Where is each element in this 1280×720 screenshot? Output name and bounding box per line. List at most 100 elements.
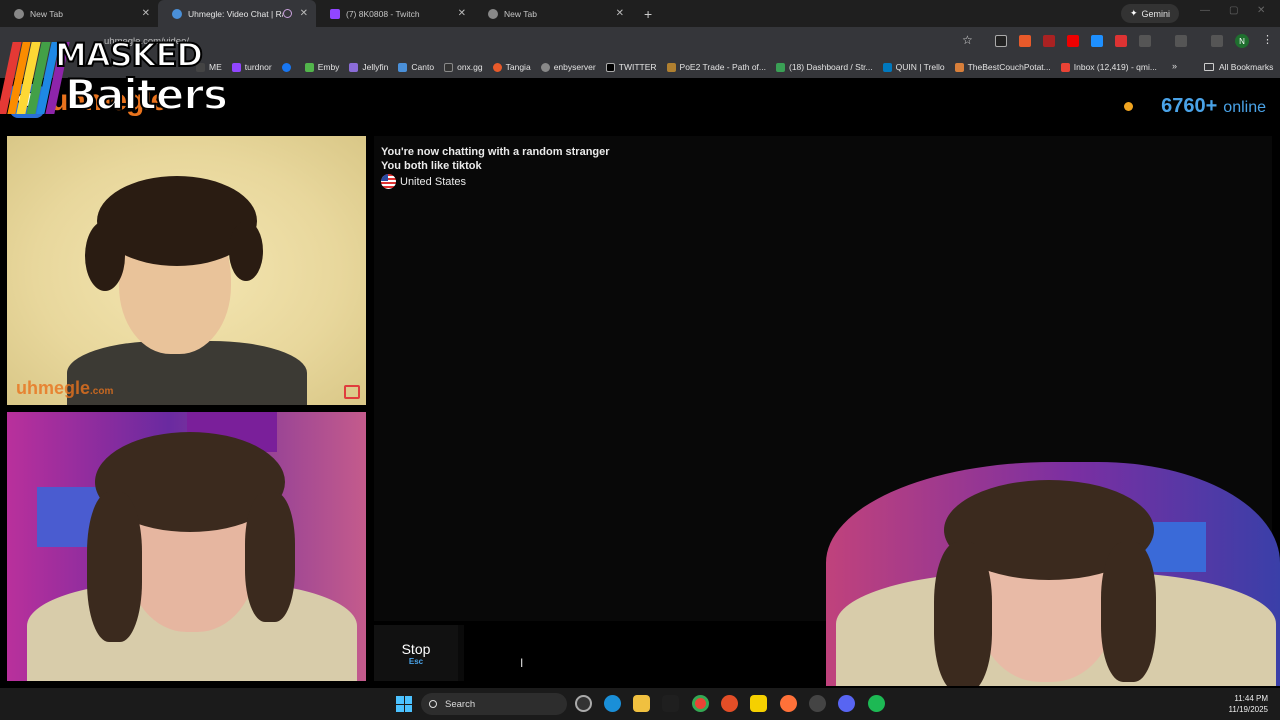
bookmark-item[interactable] bbox=[281, 62, 295, 72]
bookmark-item[interactable]: QUIN | Trello bbox=[882, 62, 945, 72]
streamer-webcam-overlay bbox=[826, 462, 1280, 686]
online-count: 6760+ bbox=[1161, 95, 1218, 117]
dashboard-icon bbox=[776, 62, 785, 72]
system-message-connected: You're now chatting with a random strang… bbox=[381, 146, 610, 158]
chrome-taskbar-icon[interactable] bbox=[692, 695, 709, 712]
tab-label: Uhmegle: Video Chat | Ran bbox=[188, 8, 283, 19]
us-flag-icon bbox=[381, 174, 396, 189]
close-icon[interactable]: ✕ bbox=[300, 8, 308, 19]
status-dot-icon bbox=[1124, 102, 1134, 111]
bookmark-item[interactable]: Emby bbox=[304, 62, 340, 72]
gemini-label: Gemini bbox=[1141, 8, 1171, 19]
menu-kebab-icon[interactable]: ⋮ bbox=[1262, 33, 1273, 46]
all-bookmarks-button[interactable]: All Bookmarks bbox=[1204, 62, 1273, 72]
facebook-icon bbox=[281, 62, 291, 72]
person-hair bbox=[245, 492, 295, 622]
poe-icon bbox=[666, 62, 676, 72]
bug-app-icon[interactable] bbox=[721, 695, 738, 712]
onx-icon bbox=[444, 62, 454, 72]
obs-icon[interactable] bbox=[809, 695, 826, 712]
bookmark-item[interactable]: Canto bbox=[398, 62, 434, 72]
report-flag-icon[interactable] bbox=[344, 385, 360, 399]
emby-icon bbox=[304, 62, 314, 72]
puzzle-icon[interactable] bbox=[1139, 35, 1151, 47]
overlay-line1: MASKED bbox=[54, 35, 204, 75]
twitch-icon bbox=[231, 62, 241, 72]
uhmegle-watermark: uhmegle.com bbox=[16, 378, 113, 399]
tab-label: New Tab bbox=[504, 8, 537, 19]
gmail-icon bbox=[1060, 62, 1070, 72]
all-bookmarks-label: All Bookmarks bbox=[1219, 62, 1274, 72]
bookmark-item[interactable]: PoE2 Trade - Path of... bbox=[666, 62, 766, 72]
profile-avatar[interactable]: N bbox=[1235, 34, 1249, 48]
extension-tangia-icon[interactable] bbox=[1019, 35, 1031, 47]
extension-red-icon[interactable] bbox=[1115, 35, 1127, 47]
bookmark-label: PoE2 Trade - Path of... bbox=[679, 62, 766, 72]
extension-badge-icon[interactable] bbox=[1043, 35, 1055, 47]
close-window-icon[interactable]: ✕ bbox=[1257, 5, 1265, 16]
bookmark-label: Emby bbox=[317, 62, 340, 72]
file-explorer-icon[interactable] bbox=[633, 695, 650, 712]
sticky-notes-icon[interactable] bbox=[750, 695, 767, 712]
stop-label: Stop bbox=[401, 640, 431, 657]
uhmegle-favicon-icon bbox=[172, 8, 182, 19]
globe-icon bbox=[540, 62, 550, 72]
tab-twitch[interactable]: (7) 8K0808 - Twitch ✕ bbox=[316, 0, 474, 27]
taskbar-search-label: Search bbox=[445, 698, 476, 710]
youtube-icon[interactable] bbox=[1067, 35, 1079, 47]
stop-button[interactable]: Stop Esc bbox=[374, 625, 458, 681]
message-input[interactable] bbox=[464, 625, 826, 681]
bookmark-item[interactable]: (18) Dashboard / Str... bbox=[776, 62, 873, 72]
system-clock[interactable]: 11:44 PM 11/19/2025 bbox=[1222, 693, 1268, 715]
bookmark-label: turdnor bbox=[244, 62, 272, 72]
bookmark-star-icon[interactable]: ☆ bbox=[962, 33, 973, 47]
edge-icon[interactable] bbox=[604, 695, 621, 712]
media-icon[interactable] bbox=[1211, 35, 1223, 47]
bookmark-item[interactable]: TheBestCouchPotat... bbox=[954, 62, 1051, 72]
clock-app-icon[interactable] bbox=[575, 695, 592, 712]
stop-shortcut-hint: Esc bbox=[408, 656, 424, 666]
taskbar-search[interactable]: Search bbox=[421, 693, 567, 715]
twitch-icon bbox=[330, 8, 340, 19]
firefox-icon[interactable] bbox=[780, 695, 797, 712]
tab-new-tab-2[interactable]: New Tab ✕ bbox=[474, 0, 632, 27]
cast-icon[interactable] bbox=[1175, 35, 1187, 47]
minimize-icon[interactable]: — bbox=[1200, 5, 1210, 16]
search-icon bbox=[429, 700, 437, 708]
spotify-icon[interactable] bbox=[868, 695, 885, 712]
bookmark-label: onx.gg bbox=[457, 62, 483, 72]
recording-icon bbox=[282, 9, 292, 18]
close-icon[interactable]: ✕ bbox=[616, 8, 624, 19]
bookmarks-overflow-button[interactable]: » bbox=[1172, 61, 1177, 71]
bookmark-item[interactable]: enbyserver bbox=[540, 62, 596, 72]
extension-7tv-icon[interactable] bbox=[1091, 35, 1103, 47]
gemini-button[interactable]: ✦ Gemini bbox=[1121, 4, 1180, 23]
close-icon[interactable]: ✕ bbox=[458, 8, 466, 19]
bookmark-item[interactable]: Inbox (12,419) - qmi... bbox=[1060, 62, 1157, 72]
discord-icon[interactable] bbox=[838, 695, 855, 712]
bookmark-label: Canto bbox=[411, 62, 435, 72]
extension-k-icon[interactable] bbox=[995, 35, 1007, 47]
person-hair bbox=[934, 542, 992, 686]
bookmark-item[interactable]: TWITTER bbox=[605, 62, 657, 72]
stream-overlay-logo: MASKED Baiters bbox=[0, 35, 230, 120]
bookmark-label: enbyserver bbox=[553, 62, 596, 72]
person-hair bbox=[85, 221, 125, 291]
x-twitter-icon bbox=[605, 62, 615, 72]
bookmark-item[interactable]: Tangia bbox=[492, 62, 531, 72]
bookmark-label: Inbox (12,419) - qmi... bbox=[1073, 62, 1157, 72]
windows-taskbar: Search 11:44 PM 11/19/2025 bbox=[0, 688, 1280, 720]
media-player-icon[interactable] bbox=[662, 695, 679, 712]
close-icon[interactable]: ✕ bbox=[142, 8, 150, 19]
bookmark-item[interactable]: onx.gg bbox=[444, 62, 483, 72]
bookmark-item[interactable]: turdnor bbox=[231, 62, 272, 72]
bookmark-item[interactable]: Jellyfin bbox=[349, 62, 388, 72]
tab-uhmegle[interactable]: Uhmegle: Video Chat | Ran ✕ bbox=[158, 0, 316, 27]
windows-start-icon[interactable] bbox=[396, 696, 412, 712]
new-tab-button[interactable]: + bbox=[644, 6, 652, 22]
bookmark-label: Tangia bbox=[505, 62, 531, 72]
potato-icon bbox=[954, 62, 964, 72]
person-hair bbox=[1101, 542, 1156, 682]
maximize-icon[interactable]: ▢ bbox=[1229, 5, 1238, 16]
tab-new-tab-1[interactable]: New Tab ✕ bbox=[0, 0, 158, 27]
